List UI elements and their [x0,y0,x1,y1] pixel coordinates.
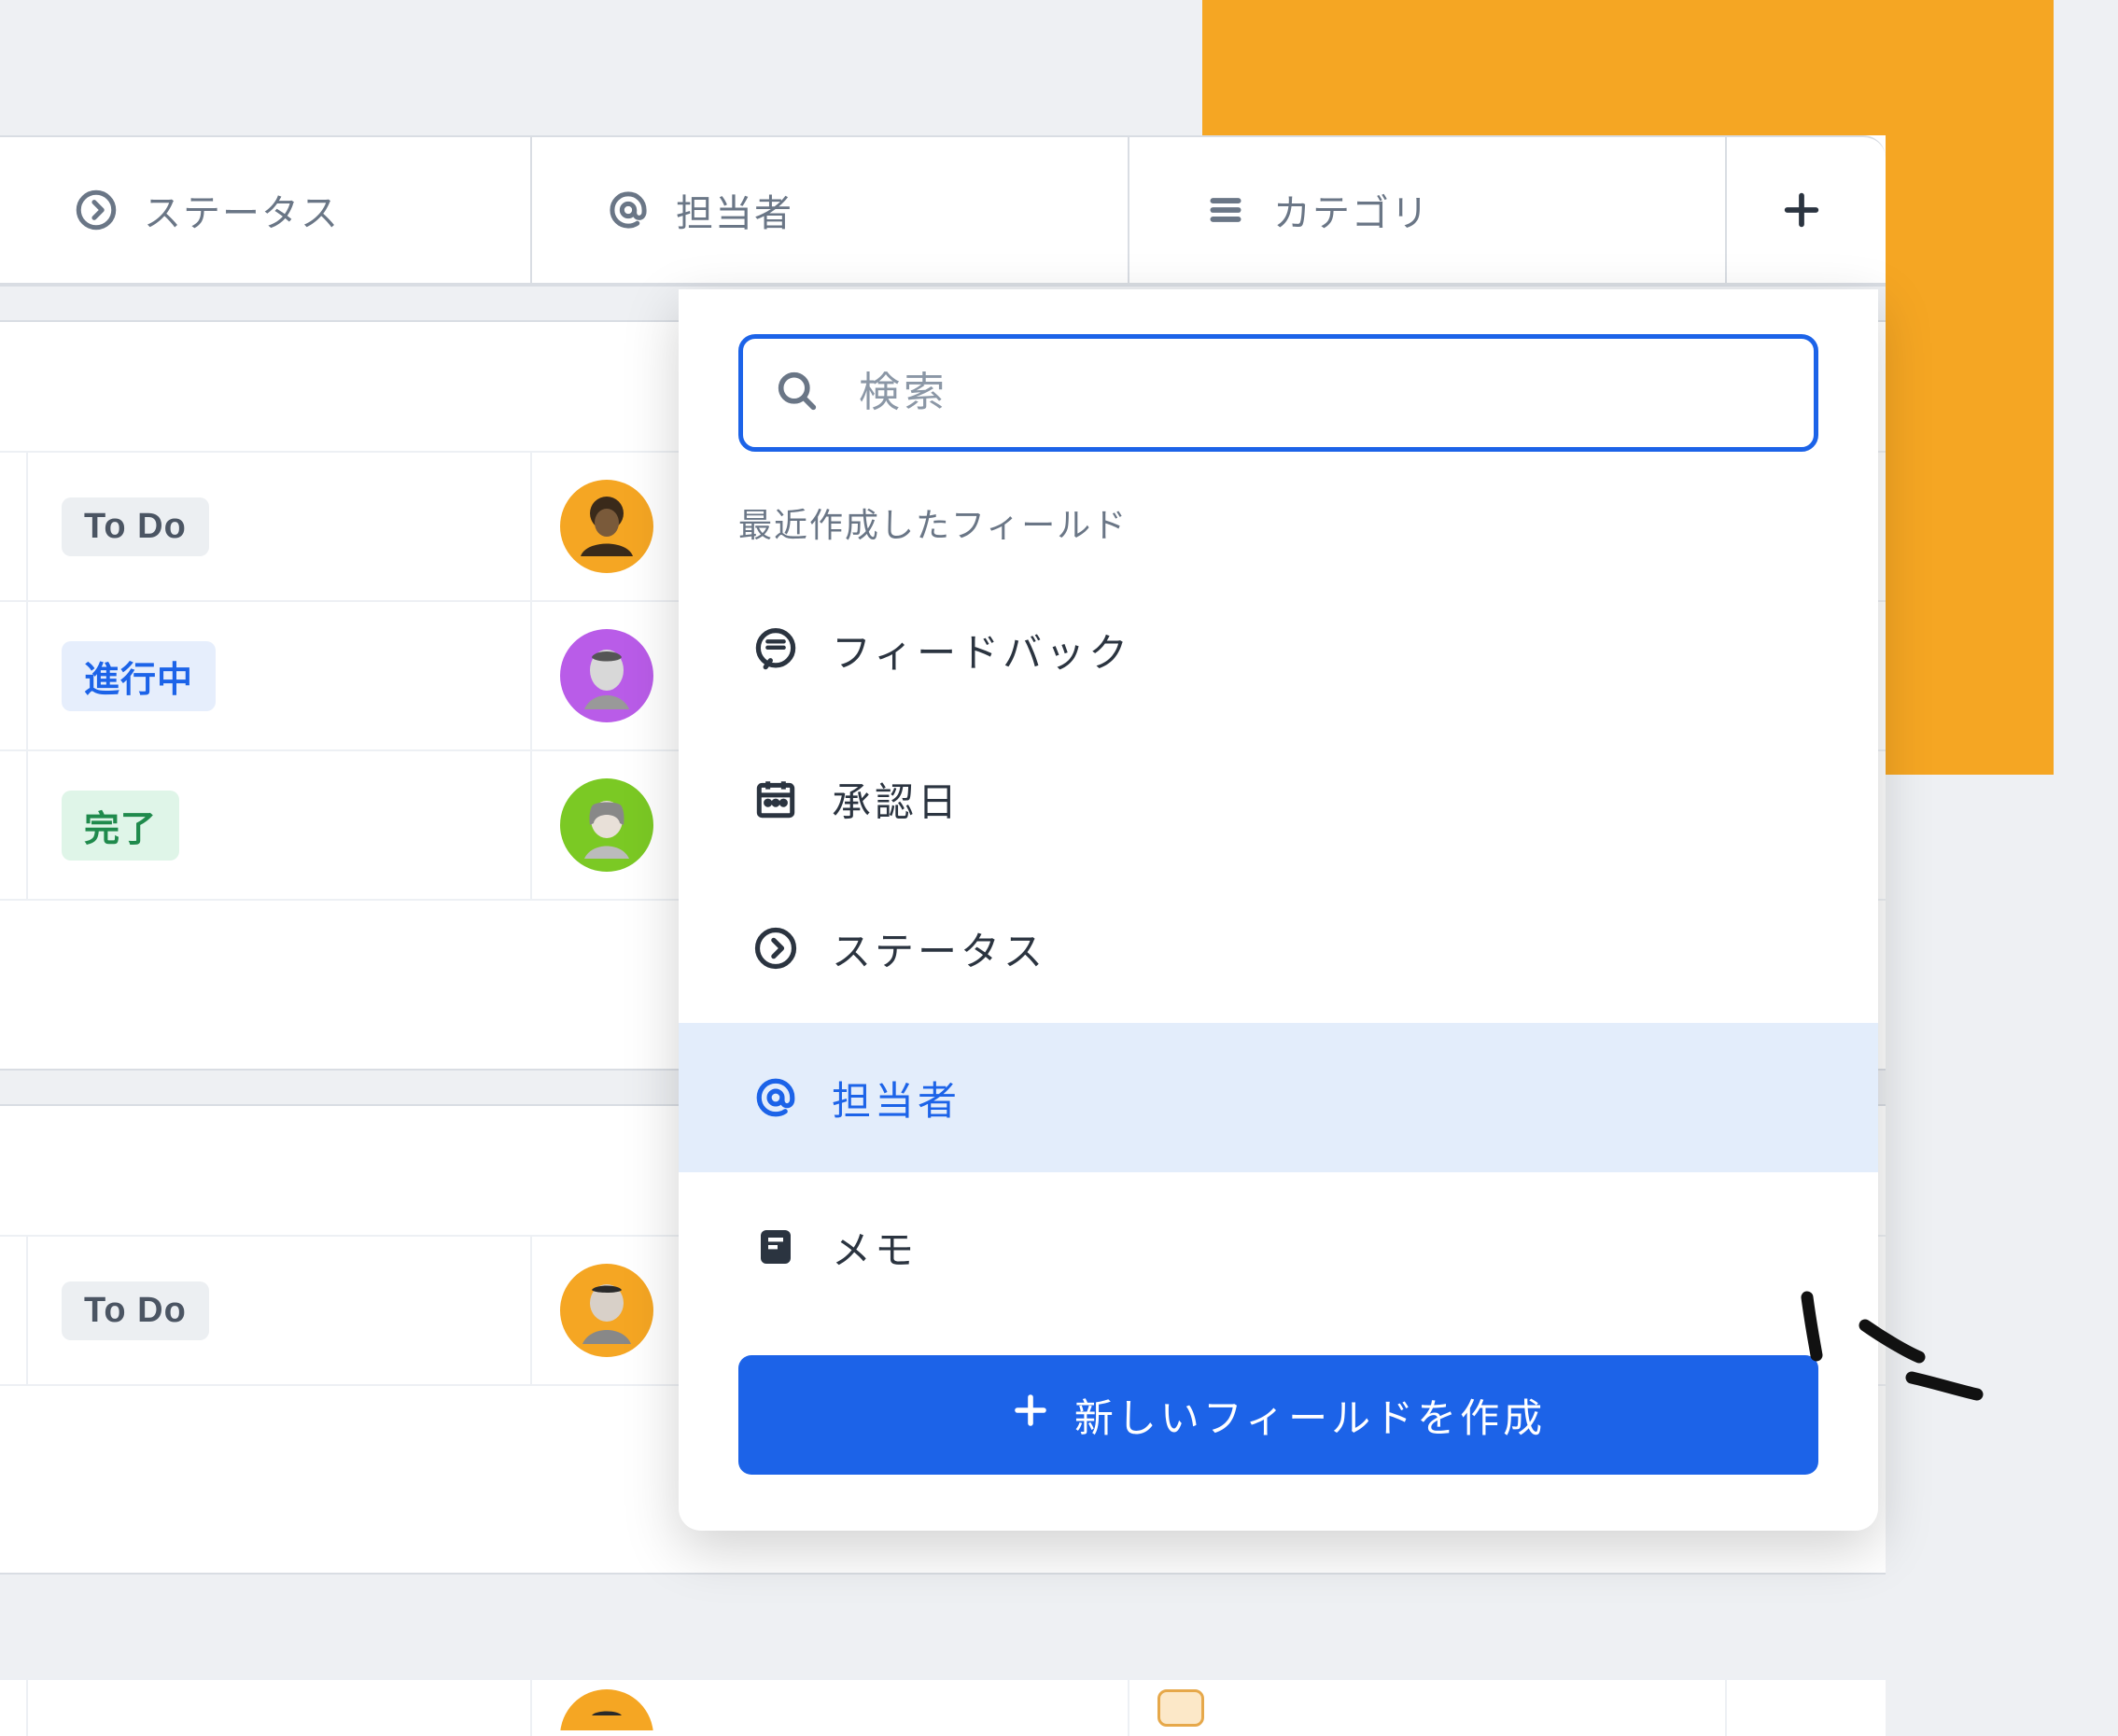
menu-item-label: フィードバック [832,622,1131,679]
column-header-assignee[interactable]: 担当者 [532,137,1129,283]
menu-item-assignee[interactable]: 担当者 [679,1023,1878,1172]
cell-status[interactable] [28,1680,532,1736]
category-chip [1157,1689,1204,1727]
search-input[interactable] [859,370,1784,416]
avatar [560,1689,653,1730]
section-label: 最近作成したフィールド [679,498,1878,575]
create-field-label: 新しいフィールドを作成 [1074,1387,1546,1444]
menu-item-memo[interactable]: メモ [679,1172,1878,1322]
menu-item-label: 担当者 [832,1070,961,1127]
cell-status[interactable]: To Do [28,453,532,600]
cell-status[interactable]: 完了 [28,751,532,899]
create-field-button[interactable]: 新しいフィールドを作成 [738,1355,1818,1475]
table-bottom-partial [0,1678,1886,1736]
menu-item-feedback[interactable]: フィードバック [679,575,1878,724]
row-group-separator [0,1573,1886,1610]
at-sign-icon [751,1073,800,1122]
column-header-category[interactable]: カテゴリ [1129,137,1727,283]
field-picker-dropdown: 最近作成したフィールド フィードバック [679,289,1878,1531]
field-menu-list: フィードバック 承認日 ステータス [679,575,1878,1322]
menu-item-approval-date[interactable]: 承認日 [679,724,1878,874]
plus-icon [1778,187,1825,233]
avatar [560,1264,653,1357]
column-header-label: 担当者 [676,183,793,237]
column-header-label: ステータス [144,183,340,237]
arrow-circle-right-icon [73,187,119,233]
menu-item-label: メモ [832,1219,918,1276]
menu-item-status[interactable]: ステータス [679,874,1878,1023]
column-header-status[interactable]: ステータス [0,137,532,283]
menu-item-label: ステータス [832,920,1046,977]
avatar [560,629,653,722]
list-icon [1202,187,1249,233]
row-handle[interactable] [0,453,28,600]
at-sign-icon [605,187,652,233]
row-handle[interactable] [0,751,28,899]
row-handle[interactable] [0,1680,28,1736]
table-header: ステータス 担当者 カテゴリ [0,135,1886,285]
cell-status[interactable]: To Do [28,1237,532,1384]
arrow-circle-right-icon [751,924,800,973]
avatar [560,480,653,573]
add-column-button[interactable] [1727,137,1876,283]
status-badge: 完了 [62,791,179,861]
note-icon [751,1223,800,1271]
menu-item-label: 承認日 [832,771,961,828]
cell-status[interactable]: 進行中 [28,602,532,749]
search-field[interactable] [738,334,1818,452]
avatar [560,778,653,872]
status-badge: To Do [62,497,209,556]
cell-assignee[interactable] [532,1680,1129,1736]
status-badge: To Do [62,1281,209,1340]
status-badge: 進行中 [62,641,216,711]
row-handle[interactable] [0,602,28,749]
comment-icon [751,625,800,674]
plus-icon [1011,1391,1050,1439]
cell-category[interactable] [1129,1680,1727,1736]
calendar-icon [751,775,800,823]
column-header-label: カテゴリ [1273,183,1430,237]
search-icon [773,367,821,420]
row-handle[interactable] [0,1237,28,1384]
